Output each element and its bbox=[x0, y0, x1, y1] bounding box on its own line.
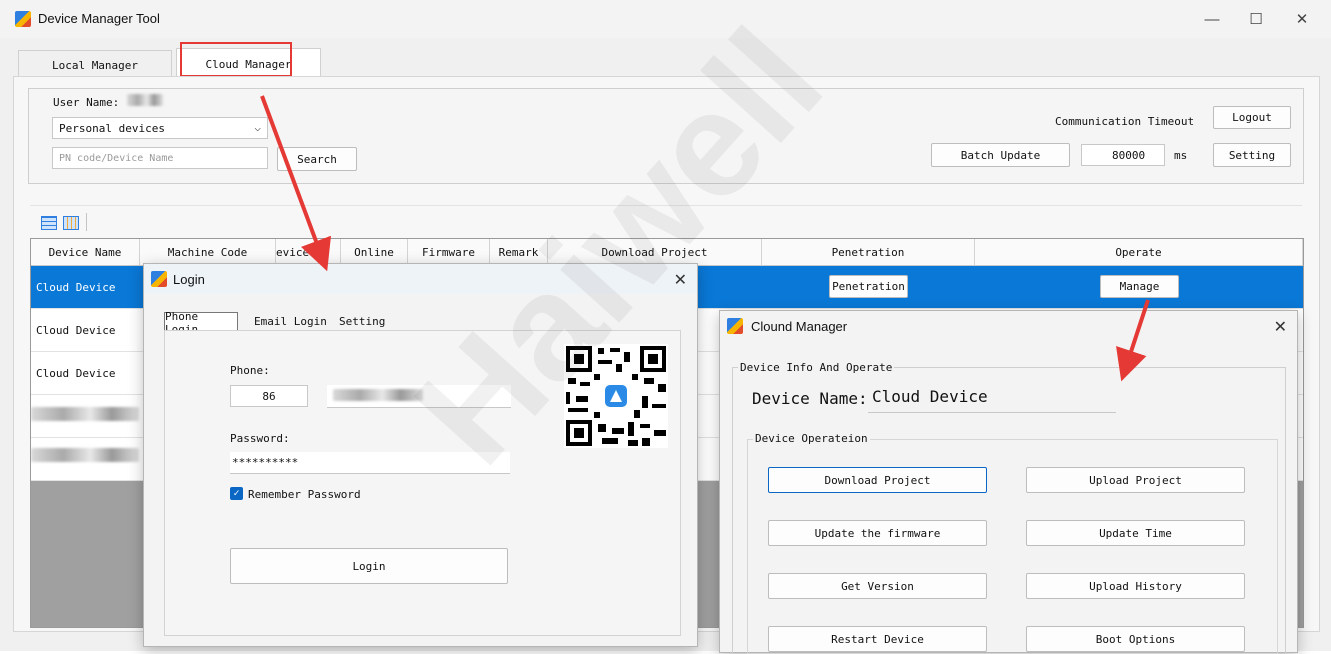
manage-button[interactable]: Manage bbox=[1100, 275, 1179, 298]
window-title: Device Manager Tool bbox=[38, 11, 160, 26]
remember-label: Remember Password bbox=[248, 488, 361, 501]
search-input[interactable]: PN code/Device Name bbox=[52, 147, 268, 169]
restart-device-button[interactable]: Restart Device bbox=[768, 626, 987, 652]
update-firmware-button[interactable]: Update the firmware bbox=[768, 520, 987, 546]
chevron-down-icon: ⌵ bbox=[254, 121, 261, 134]
redacted-cell bbox=[31, 448, 139, 462]
update-time-button[interactable]: Update Time bbox=[1026, 520, 1245, 546]
device-info-group-label: Device Info And Operate bbox=[738, 361, 895, 374]
boot-options-button[interactable]: Boot Options bbox=[1026, 626, 1245, 652]
device-name-field[interactable]: Cloud Device bbox=[868, 387, 1116, 413]
list-view-icon[interactable] bbox=[41, 216, 57, 230]
highlight-box bbox=[180, 42, 292, 77]
login-dialog: Login ✕ Phone Login Email Login Setting … bbox=[143, 263, 698, 647]
search-placeholder: PN code/Device Name bbox=[59, 152, 174, 164]
search-button[interactable]: Search bbox=[277, 147, 357, 171]
tab-local-manager[interactable]: Local Manager bbox=[18, 50, 172, 79]
login-title-bar: Login ✕ bbox=[144, 264, 697, 294]
phone-label: Phone: bbox=[230, 364, 270, 377]
grid-view-icon[interactable] bbox=[63, 216, 79, 230]
timeout-input[interactable]: 80000 bbox=[1081, 144, 1165, 166]
app-icon bbox=[15, 11, 31, 27]
manager-title-bar: Clound Manager ✕ bbox=[720, 311, 1297, 341]
timeout-value: 80000 bbox=[1112, 148, 1146, 162]
title-bar: Device Manager Tool — ☐ ✕ bbox=[0, 0, 1331, 38]
maximize-button[interactable]: ☐ bbox=[1233, 0, 1279, 38]
comm-timeout-label: Communication Timeout bbox=[1055, 115, 1195, 128]
app-icon bbox=[727, 318, 743, 334]
col-device-name[interactable]: Device Name bbox=[31, 239, 140, 266]
col-device-type[interactable]: evice⇥p bbox=[276, 239, 341, 266]
device-name-label: Device Name: bbox=[752, 389, 868, 408]
device-name-cell: Cloud Device bbox=[36, 280, 116, 294]
minimize-button[interactable]: — bbox=[1189, 0, 1235, 38]
redacted-cell bbox=[31, 407, 139, 421]
login-button[interactable]: Login bbox=[230, 548, 508, 584]
phone-value-redacted bbox=[333, 389, 423, 401]
remember-checkbox[interactable]: ✓ bbox=[230, 487, 243, 500]
device-name-cell: Cloud Device bbox=[36, 323, 116, 337]
app-icon bbox=[151, 271, 167, 287]
password-label: Password: bbox=[230, 432, 290, 445]
country-code-input[interactable]: 86 bbox=[230, 385, 308, 407]
close-button[interactable]: ✕ bbox=[1279, 0, 1325, 38]
phone-input[interactable] bbox=[327, 385, 511, 408]
col-download-project[interactable]: Download Project bbox=[548, 239, 762, 266]
col-machine-code[interactable]: Machine Code bbox=[140, 239, 276, 266]
col-online[interactable]: Online bbox=[341, 239, 408, 266]
col-operate[interactable]: Operate bbox=[975, 239, 1303, 266]
device-ops-group-label: Device Operateion bbox=[753, 432, 870, 445]
qr-code-image bbox=[564, 344, 668, 448]
col-penetration[interactable]: Penetration bbox=[762, 239, 975, 266]
timeout-unit: ms bbox=[1174, 149, 1188, 162]
download-project-button[interactable]: Download Project bbox=[768, 467, 987, 493]
grid-toolbar bbox=[30, 205, 1302, 239]
upload-project-button[interactable]: Upload Project bbox=[1026, 467, 1245, 493]
tab-setting[interactable]: Setting bbox=[339, 315, 385, 328]
close-icon[interactable]: ✕ bbox=[1274, 317, 1287, 337]
user-name-label: User Name: bbox=[53, 96, 120, 109]
upload-history-button[interactable]: Upload History bbox=[1026, 573, 1245, 599]
device-name-cell: Cloud Device bbox=[36, 366, 116, 380]
close-icon[interactable]: ✕ bbox=[674, 270, 687, 290]
user-name-value-redacted bbox=[127, 94, 163, 106]
manager-title: Clound Manager bbox=[751, 318, 848, 334]
login-title: Login bbox=[173, 271, 205, 287]
logout-button[interactable]: Logout bbox=[1213, 106, 1291, 129]
setting-button[interactable]: Setting bbox=[1213, 143, 1291, 167]
batch-update-button[interactable]: Batch Update bbox=[931, 143, 1070, 167]
toolbar-separator bbox=[86, 213, 87, 231]
get-version-button[interactable]: Get Version bbox=[768, 573, 987, 599]
cloud-manager-dialog: Clound Manager ✕ Device Info And Operate… bbox=[719, 310, 1298, 654]
penetration-button[interactable]: Penetration bbox=[829, 275, 908, 298]
device-filter-select[interactable]: Personal devices ⌵ bbox=[52, 117, 268, 139]
password-input[interactable]: ********** bbox=[230, 452, 510, 474]
col-remark[interactable]: Remark bbox=[490, 239, 548, 266]
col-firmware[interactable]: Firmware bbox=[408, 239, 490, 266]
tab-email-login[interactable]: Email Login bbox=[254, 315, 327, 328]
device-filter-value: Personal devices bbox=[59, 121, 165, 135]
